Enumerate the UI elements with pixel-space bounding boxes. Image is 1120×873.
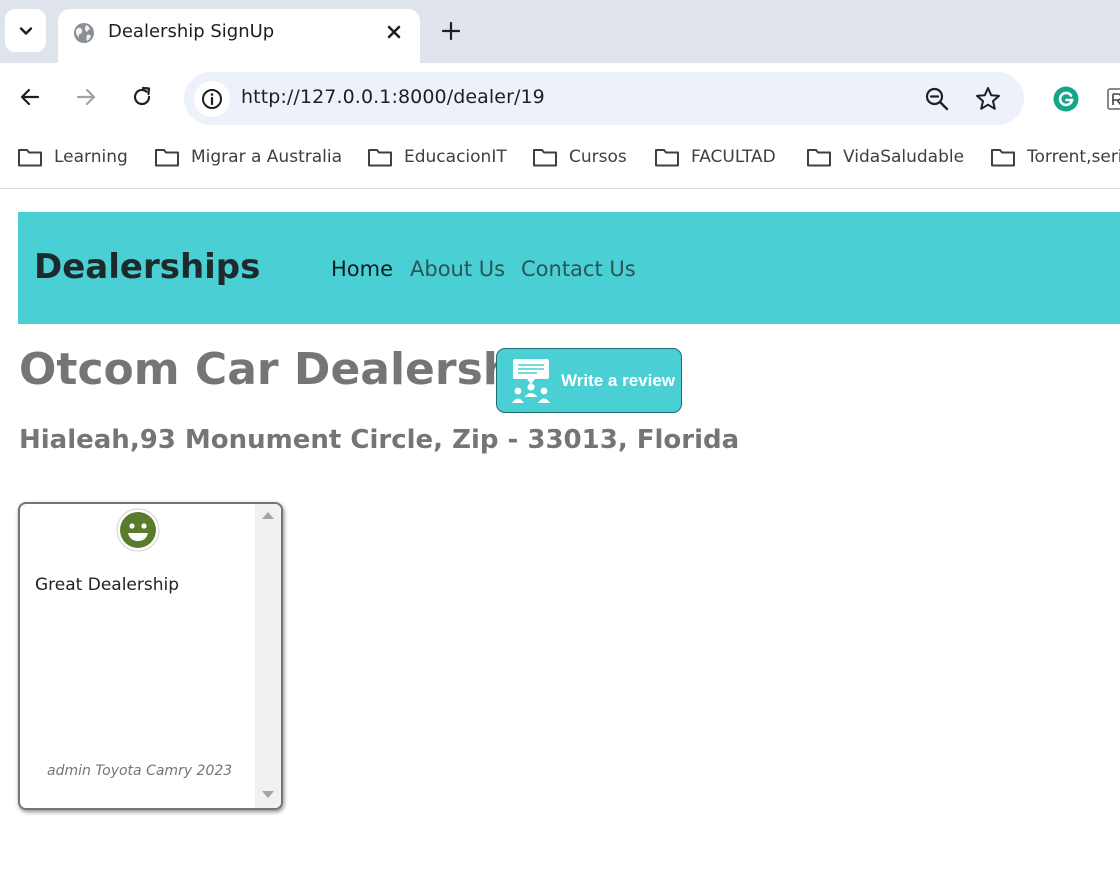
back-arrow-icon[interactable] (16, 83, 44, 111)
close-icon[interactable] (384, 22, 404, 42)
folder-icon (655, 149, 679, 167)
nav-link-about-us[interactable]: About Us (410, 257, 505, 281)
dealer-address: Hialeah,93 Monument Circle, Zip - 33013,… (19, 425, 740, 455)
globe-icon (74, 23, 94, 43)
bookmark-label: FACULTAD (691, 147, 776, 167)
browser-tab-strip: Dealership SignUp (0, 0, 1120, 65)
site-info-icon[interactable] (194, 81, 230, 117)
folder-icon (807, 149, 831, 167)
nav-link-contact-us[interactable]: Contact Us (521, 257, 636, 281)
new-tab-plus-icon[interactable] (440, 20, 462, 42)
smiley-face-icon (116, 508, 160, 552)
extension-icon[interactable] (1107, 86, 1120, 112)
bookmark-folder[interactable]: Cursos (532, 145, 627, 169)
review-scrollbar[interactable] (255, 504, 281, 808)
url-text[interactable]: http://127.0.0.1:8000/dealer/19 (241, 86, 545, 108)
browser-tab[interactable]: Dealership SignUp (58, 9, 420, 65)
reload-icon[interactable] (128, 83, 156, 111)
address-bar[interactable]: http://127.0.0.1:8000/dealer/19 (184, 72, 1024, 125)
scroll-down-arrow-icon[interactable] (262, 791, 274, 798)
zoom-out-icon[interactable] (924, 86, 950, 112)
bookmark-folder[interactable]: VidaSaludable (806, 145, 964, 169)
review-people-icon (512, 359, 550, 403)
site-brand[interactable]: Dealerships (34, 247, 260, 287)
folder-icon (18, 149, 42, 167)
nav-link-home[interactable]: Home (331, 257, 393, 281)
write-review-button[interactable]: Write a review (496, 348, 682, 413)
dealer-name-heading: Otcom Car Dealership (19, 344, 561, 395)
grammarly-extension-icon[interactable] (1053, 86, 1079, 112)
bookmark-folder[interactable]: EducacionIT (367, 145, 507, 169)
bookmark-star-icon[interactable] (974, 85, 1002, 113)
folder-icon (368, 149, 392, 167)
folder-icon (155, 149, 179, 167)
tab-search-button[interactable] (5, 9, 46, 52)
folder-icon (991, 149, 1015, 167)
tab-title: Dealership SignUp (108, 21, 275, 42)
forward-arrow-icon[interactable] (72, 83, 100, 111)
bookmark-label: VidaSaludable (843, 147, 965, 167)
bookmark-label: Cursos (569, 147, 627, 167)
review-card: Great Dealership admin Toyota Camry 2023 (18, 502, 283, 810)
bookmark-label: Migrar a Australia (191, 147, 342, 167)
bookmark-folder[interactable]: FACULTAD (654, 145, 776, 169)
chevron-down-icon (19, 26, 32, 35)
write-review-label: Write a review (561, 371, 676, 390)
scroll-up-arrow-icon[interactable] (262, 512, 274, 519)
folder-icon (533, 149, 557, 167)
review-text: Great Dealership (35, 575, 180, 595)
bookmark-label: Torrent,series (1027, 147, 1120, 167)
page-content: Dealerships Home About Us Contact Us Otc… (0, 189, 1120, 873)
bookmarks-bar: Learning Migrar a Australia EducacionIT … (0, 131, 1120, 189)
bookmark-label: EducacionIT (404, 147, 507, 167)
review-author-car: admin Toyota Camry 2023 (47, 763, 233, 779)
bookmark-folder[interactable]: Migrar a Australia (154, 145, 342, 169)
site-navbar: Dealerships Home About Us Contact Us (18, 212, 1120, 324)
bookmark-folder[interactable]: Torrent,series (990, 145, 1120, 169)
bookmark-folder[interactable]: Learning (17, 145, 128, 169)
browser-toolbar: http://127.0.0.1:8000/dealer/19 (0, 63, 1120, 131)
bookmark-label: Learning (54, 147, 128, 167)
